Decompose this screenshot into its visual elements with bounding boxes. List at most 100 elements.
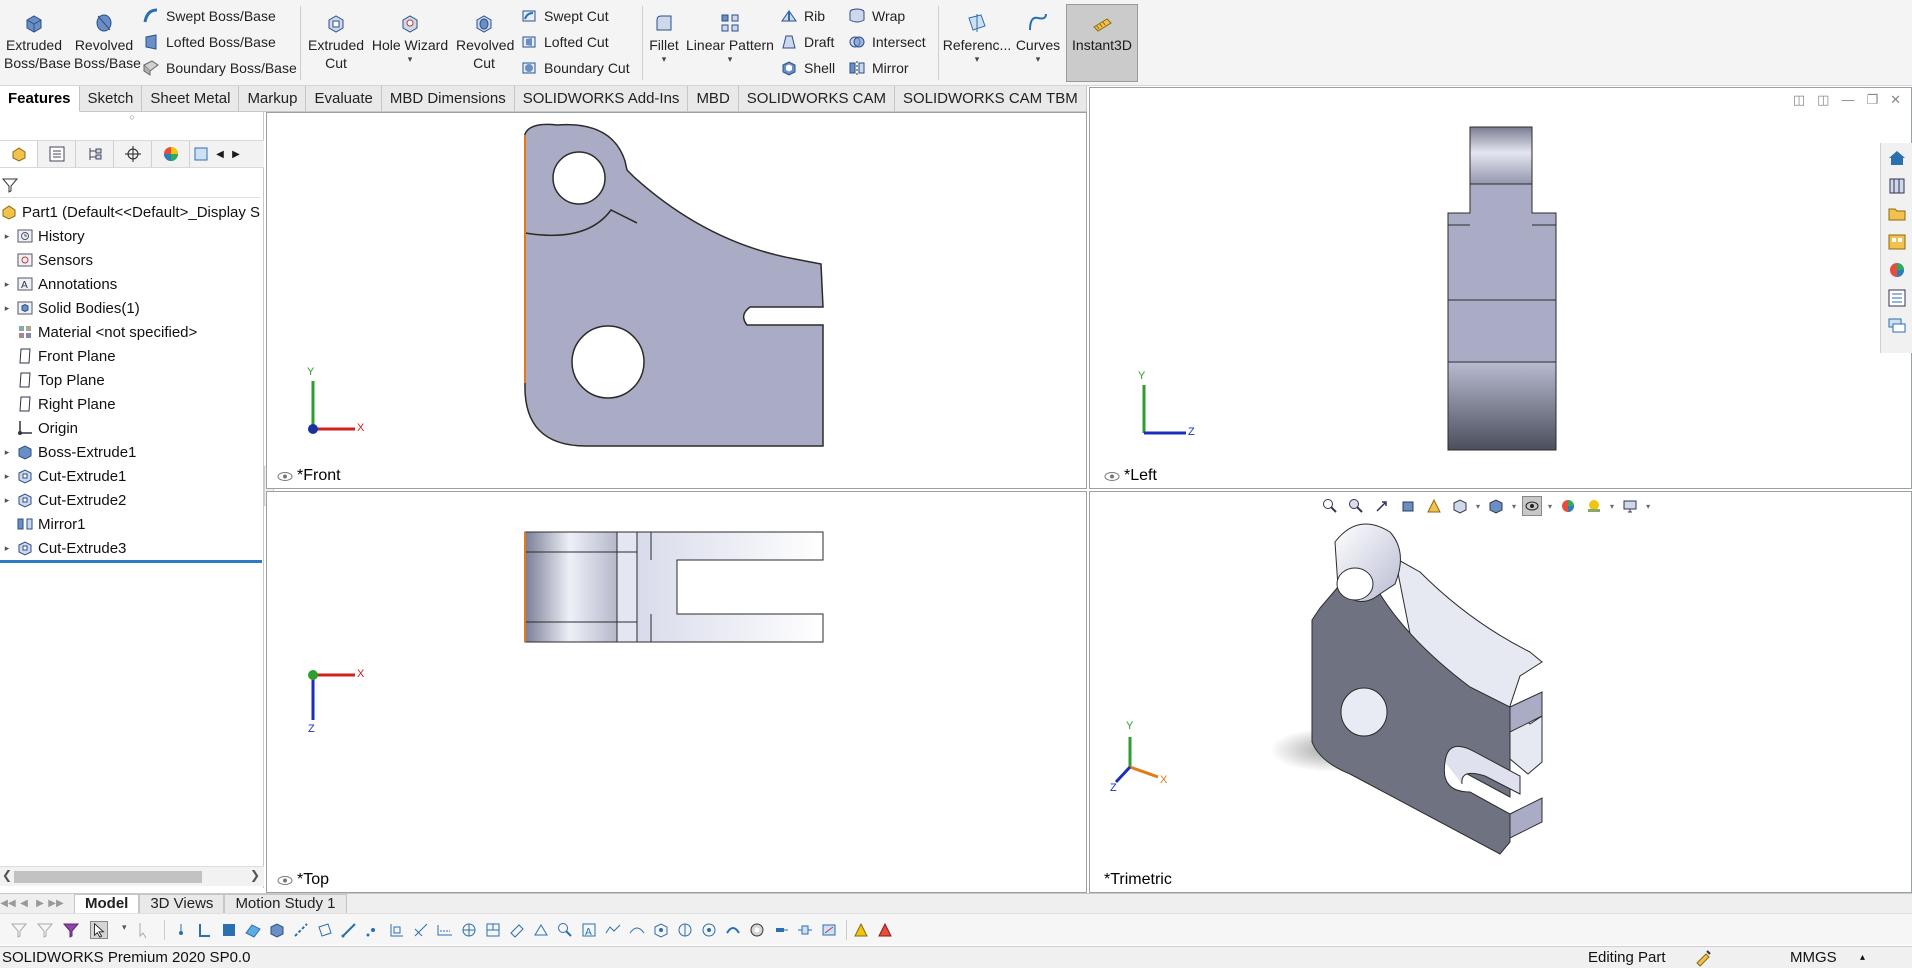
- next-tab-arrow[interactable]: ▶: [32, 895, 48, 913]
- configuration-manager-tab[interactable]: [76, 141, 114, 167]
- scroll-right-arrow[interactable]: ❯: [250, 868, 260, 882]
- filter-dimensions-icon[interactable]: [436, 921, 454, 939]
- boundary-boss-button[interactable]: Boundary Boss/Base: [142, 56, 297, 80]
- filter-toggle-icon[interactable]: [36, 921, 54, 939]
- draft-button[interactable]: Draft: [780, 30, 834, 54]
- extruded-cut-button[interactable]: Extruded Cut: [304, 4, 368, 82]
- tree-item-front-plane[interactable]: Front Plane: [0, 344, 264, 368]
- tab-solidworks-cam-tbm[interactable]: SOLIDWORKS CAM TBM: [895, 86, 1087, 112]
- viewport-front[interactable]: Y X *Front: [266, 112, 1087, 489]
- filter-surface-finish-icon[interactable]: [460, 921, 478, 939]
- shell-button[interactable]: Shell: [780, 56, 835, 80]
- extruded-boss-button[interactable]: Extruded Boss/Base: [2, 4, 71, 82]
- reference-geometry-button[interactable]: Referenc... ▾: [942, 4, 1012, 82]
- tab-evaluate[interactable]: Evaluate: [306, 86, 382, 112]
- filter-dowel-pin-icon[interactable]: [628, 921, 646, 939]
- filter-sketch-lines-icon[interactable]: [340, 921, 358, 939]
- tree-item-cut-extrude1[interactable]: ▸ Cut-Extrude1: [0, 464, 264, 488]
- viewport-top[interactable]: X Z *Top: [266, 491, 1087, 893]
- tab-mbd-dimensions[interactable]: MBD Dimensions: [382, 86, 515, 112]
- filter-annotations-icon[interactable]: [796, 921, 814, 939]
- custom-properties-icon[interactable]: [1886, 287, 1908, 309]
- view-palette-icon[interactable]: [1886, 231, 1908, 253]
- reference-dropdown-arrow[interactable]: ▾: [975, 54, 980, 64]
- wrap-button[interactable]: Wrap: [848, 4, 905, 28]
- instant3d-toggle-button[interactable]: Instant3D: [1066, 4, 1138, 82]
- filter-sketch-segments-icon[interactable]: [820, 921, 838, 939]
- viewport-left[interactable]: ◫ ◫ — ❐ ✕ Y Z *Left: [1089, 87, 1912, 489]
- expand-arrow-icon[interactable]: ▸: [0, 495, 14, 506]
- tab-sheet-metal[interactable]: Sheet Metal: [142, 86, 240, 112]
- tab-model[interactable]: Model: [74, 894, 140, 913]
- filter-centerline-icon[interactable]: [412, 921, 430, 939]
- hole-wizard-dropdown-arrow[interactable]: ▾: [408, 54, 413, 64]
- property-manager-tab[interactable]: [38, 141, 76, 167]
- filter-edges-icon[interactable]: [196, 921, 214, 939]
- tree-item-top-plane[interactable]: Top Plane: [0, 368, 264, 392]
- expand-arrow-icon[interactable]: ▸: [0, 303, 14, 314]
- filter-connection-points-icon[interactable]: [652, 921, 670, 939]
- tab-features[interactable]: Features: [0, 86, 80, 112]
- tree-item-history[interactable]: ▸ History: [0, 224, 264, 248]
- filter-icon[interactable]: [10, 921, 28, 939]
- first-tab-arrow[interactable]: ◀◀: [0, 895, 16, 913]
- last-tab-arrow[interactable]: ▶▶: [48, 895, 64, 913]
- tab-scroll-right-arrow[interactable]: ▶: [228, 149, 244, 160]
- filter-faces-icon[interactable]: [220, 921, 238, 939]
- previous-tab-arrow[interactable]: ◀: [16, 895, 32, 913]
- tree-item-origin[interactable]: Origin: [0, 416, 264, 440]
- filter-solid-bodies-icon[interactable]: [268, 921, 286, 939]
- select-arrow-icon[interactable]: [90, 921, 108, 939]
- filter-loops-icon[interactable]: [748, 921, 766, 939]
- filter-datum-targets-icon[interactable]: [556, 921, 574, 939]
- revolved-cut-button[interactable]: Revolved Cut: [452, 4, 516, 82]
- rollback-bar[interactable]: [0, 560, 262, 563]
- tab-scroll-left-arrow[interactable]: ◀: [212, 149, 228, 160]
- file-explorer-icon[interactable]: [1886, 203, 1908, 225]
- appearances-icon[interactable]: [1886, 259, 1908, 281]
- lofted-cut-button[interactable]: Lofted Cut: [520, 30, 609, 54]
- expand-arrow-icon[interactable]: ▸: [0, 279, 14, 290]
- lofted-boss-button[interactable]: Lofted Boss/Base: [142, 30, 276, 54]
- feature-tree-horizontal-scrollbar[interactable]: ❮ ❯: [0, 866, 264, 886]
- intersect-button[interactable]: Intersect: [848, 30, 926, 54]
- filter-reference-points-icon[interactable]: [772, 921, 790, 939]
- design-library-icon[interactable]: [1886, 175, 1908, 197]
- forum-icon[interactable]: [1886, 315, 1908, 337]
- filter-silhouette-edges-icon[interactable]: [724, 921, 742, 939]
- hole-wizard-button[interactable]: Hole Wizard ▾: [370, 4, 450, 82]
- feature-tree-tab[interactable]: [0, 141, 38, 167]
- swept-boss-button[interactable]: Swept Boss/Base: [142, 4, 276, 28]
- tab-motion-study-1[interactable]: Motion Study 1: [224, 894, 347, 913]
- scrollbar-thumb[interactable]: [14, 871, 202, 883]
- tree-item-solid-bodies[interactable]: ▸ Solid Bodies(1): [0, 296, 264, 320]
- solidworks-resources-home-icon[interactable]: [1886, 147, 1908, 169]
- tree-item-cut-extrude3[interactable]: ▸ Cut-Extrude3: [0, 536, 264, 560]
- tab-3d-views[interactable]: 3D Views: [139, 894, 225, 913]
- filter-geometric-tolerance-icon[interactable]: [484, 921, 502, 939]
- filter-selection-sets-icon[interactable]: [852, 921, 870, 939]
- revolved-boss-button[interactable]: Revolved Boss/Base: [72, 4, 141, 82]
- panel-grip-handle[interactable]: ○: [0, 112, 264, 128]
- unit-system-text[interactable]: MMGS: [1790, 949, 1837, 966]
- linear-pattern-dropdown-arrow[interactable]: ▾: [728, 54, 733, 64]
- expand-arrow-icon[interactable]: ▸: [0, 543, 14, 554]
- tab-mbd[interactable]: MBD: [688, 86, 739, 112]
- filter-routing-points-icon[interactable]: [676, 921, 694, 939]
- select-all-icon[interactable]: [136, 921, 154, 939]
- dimxpert-manager-tab[interactable]: [114, 141, 152, 167]
- tab-sketch[interactable]: Sketch: [80, 86, 143, 112]
- filter-cosmetic-threads-icon[interactable]: A: [580, 921, 598, 939]
- clear-filters-icon[interactable]: [62, 921, 80, 939]
- feature-tree-filter[interactable]: [0, 172, 260, 198]
- filter-blocks-icon[interactable]: [604, 921, 622, 939]
- scroll-left-arrow[interactable]: ❮: [2, 868, 12, 882]
- expand-arrow-icon[interactable]: ▸: [0, 471, 14, 482]
- tree-item-boss-extrude1[interactable]: ▸ Boss-Extrude1: [0, 440, 264, 464]
- tab-solidworks-cam[interactable]: SOLIDWORKS CAM: [739, 86, 895, 112]
- filter-axes-icon[interactable]: [292, 921, 310, 939]
- tree-item-mirror1[interactable]: Mirror1: [0, 512, 264, 536]
- fillet-dropdown-arrow[interactable]: ▾: [662, 54, 667, 64]
- mirror-button[interactable]: Mirror: [848, 56, 909, 80]
- units-dropdown-arrow-icon[interactable]: ▴: [1860, 952, 1865, 963]
